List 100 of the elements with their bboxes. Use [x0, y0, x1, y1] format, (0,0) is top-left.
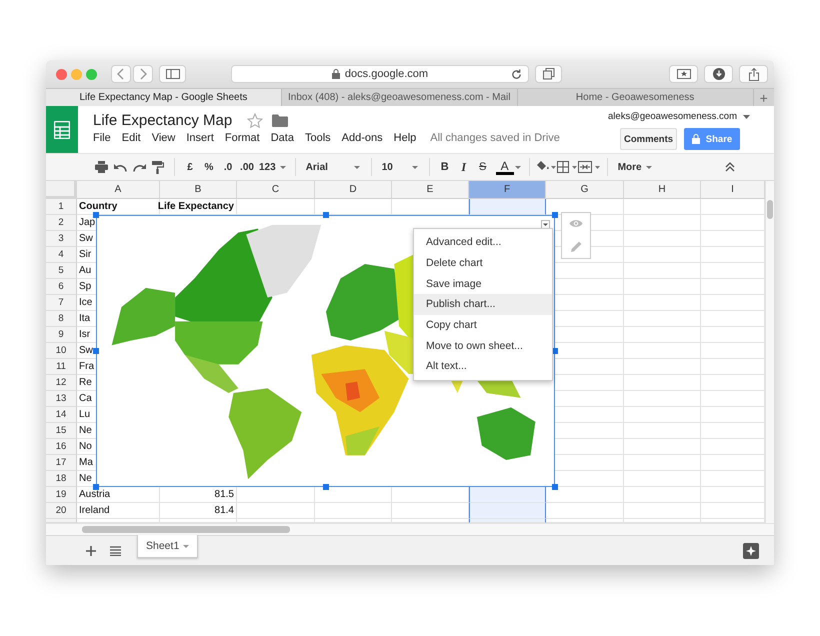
row-header[interactable]: 19 [46, 487, 77, 503]
close-button[interactable] [56, 68, 67, 80]
row-header[interactable]: 20 [46, 503, 77, 519]
selection-handle[interactable] [552, 484, 558, 490]
row-header[interactable]: 4 [46, 247, 77, 263]
row-header[interactable]: 7 [46, 295, 77, 311]
menu-item[interactable]: Help [394, 132, 416, 144]
chart-menu-icon[interactable] [541, 220, 550, 229]
menu-item[interactable]: Format [224, 132, 260, 144]
row-header[interactable]: 17 [46, 455, 77, 471]
selection-handle[interactable] [93, 212, 99, 218]
column-header[interactable]: G [546, 181, 624, 199]
caret-icon [183, 544, 190, 548]
double-chevron-up-icon[interactable] [725, 162, 735, 172]
row-header[interactable]: 18 [46, 471, 77, 487]
forward-button[interactable] [133, 65, 153, 83]
menu-item[interactable]: Advanced edit... [414, 232, 552, 253]
menu-item[interactable]: Add-ons [342, 132, 383, 144]
sparkle-icon [746, 546, 756, 556]
tabs-button[interactable] [535, 65, 562, 83]
download-button[interactable] [704, 65, 733, 83]
redo-icon[interactable] [132, 162, 146, 172]
sheet-tab[interactable]: Sheet1 [137, 535, 198, 558]
column-header[interactable]: C [237, 181, 315, 199]
more-dropdown[interactable]: More [616, 157, 654, 177]
paint-bucket-icon[interactable] [536, 161, 556, 173]
address-bar[interactable]: docs.google.com [231, 65, 529, 83]
comments-button[interactable]: Comments [620, 128, 677, 150]
sidebar-button[interactable] [159, 65, 186, 83]
menu-item[interactable]: Publish chart... [414, 294, 552, 315]
menu-item[interactable]: Data [270, 132, 294, 144]
selection-handle[interactable] [93, 484, 99, 490]
row-header[interactable]: 15 [46, 423, 77, 439]
column-header[interactable]: E [392, 181, 469, 199]
row-header[interactable]: 2 [46, 215, 77, 231]
column-header[interactable]: A [77, 181, 160, 199]
font-dropdown[interactable]: Arial [302, 157, 364, 177]
list-icon[interactable] [110, 546, 120, 556]
row-header[interactable]: 16 [46, 439, 77, 455]
browser-tab[interactable]: Life Expectancy Map - Google Sheets [46, 89, 282, 106]
star-icon[interactable] [247, 112, 264, 128]
column-header[interactable]: F [469, 181, 546, 199]
row-header[interactable]: 8 [46, 311, 77, 327]
browser-tab[interactable]: Inbox (408) - aleks@geoawesomeness.com - Mail [282, 89, 518, 106]
explore-button[interactable] [743, 542, 759, 558]
folder-icon[interactable] [272, 114, 288, 127]
row-header[interactable]: 6 [46, 279, 77, 295]
increase-decimals-button[interactable]: .00 [238, 157, 256, 177]
row-header[interactable]: 14 [46, 407, 77, 423]
caret-icon[interactable] [514, 166, 521, 168]
vertical-scrollbar[interactable] [765, 181, 774, 523]
print-icon[interactable] [94, 161, 108, 173]
borders-icon[interactable] [556, 161, 577, 173]
column-header[interactable]: D [315, 181, 392, 199]
menu-item[interactable]: Save image [414, 273, 552, 294]
row-header[interactable]: 10 [46, 343, 77, 359]
bookmark-button[interactable] [669, 65, 698, 83]
number-format-dropdown[interactable]: 123 [257, 157, 288, 177]
font-size-dropdown[interactable]: 10 [378, 157, 422, 177]
menu-item[interactable]: File [93, 132, 111, 144]
column-header[interactable]: H [624, 181, 701, 199]
menu-item[interactable]: Delete chart [414, 252, 552, 274]
menu-item[interactable]: Insert [186, 132, 214, 144]
row-header[interactable]: 12 [46, 375, 77, 391]
share-sheet-button[interactable] [739, 65, 768, 83]
row-header[interactable]: 13 [46, 391, 77, 407]
sheets-logo[interactable] [46, 106, 78, 153]
new-tab-button[interactable]: + [754, 89, 774, 106]
percent-format-button[interactable]: % [200, 157, 218, 177]
bold-button[interactable]: B [436, 157, 454, 177]
menu-item[interactable]: Move to own sheet... [414, 335, 552, 356]
decrease-decimals-button[interactable]: .0 [219, 157, 237, 177]
undo-icon[interactable] [114, 162, 126, 172]
caret-icon[interactable] [743, 114, 750, 118]
document-title[interactable]: Life Expectancy Map [93, 112, 232, 129]
column-header[interactable]: B [160, 181, 237, 199]
column-header[interactable]: I [701, 181, 765, 199]
row-header[interactable]: 11 [46, 359, 77, 375]
paint-roller-icon[interactable] [152, 160, 164, 174]
selection-handle[interactable] [93, 348, 99, 354]
selection-handle[interactable] [552, 212, 558, 218]
row-header[interactable]: 9 [46, 327, 77, 343]
browser-tab[interactable]: Home - Geoawesomeness [518, 89, 754, 106]
currency-format-button[interactable]: £ [181, 157, 199, 177]
merge-cells-icon[interactable] [578, 161, 600, 173]
menu-item[interactable]: View [152, 132, 176, 144]
row-header[interactable]: 3 [46, 231, 77, 247]
strikethrough-button[interactable]: S [474, 157, 492, 177]
account-email[interactable]: aleks@geoawesomeness.com [608, 111, 737, 122]
row-header[interactable]: 1 [46, 199, 77, 215]
reload-icon[interactable] [511, 69, 522, 80]
menu-item[interactable]: Edit [122, 132, 141, 144]
menu-item[interactable]: Tools [304, 132, 331, 144]
back-button[interactable] [111, 65, 131, 83]
text-color-button[interactable]: A [496, 159, 514, 175]
menu-item[interactable]: Copy chart [414, 314, 552, 336]
menu-item[interactable]: Alt text... [414, 356, 552, 377]
plus-icon[interactable] [86, 546, 96, 556]
row-header[interactable]: 5 [46, 263, 77, 279]
italic-button[interactable]: I [454, 157, 473, 177]
